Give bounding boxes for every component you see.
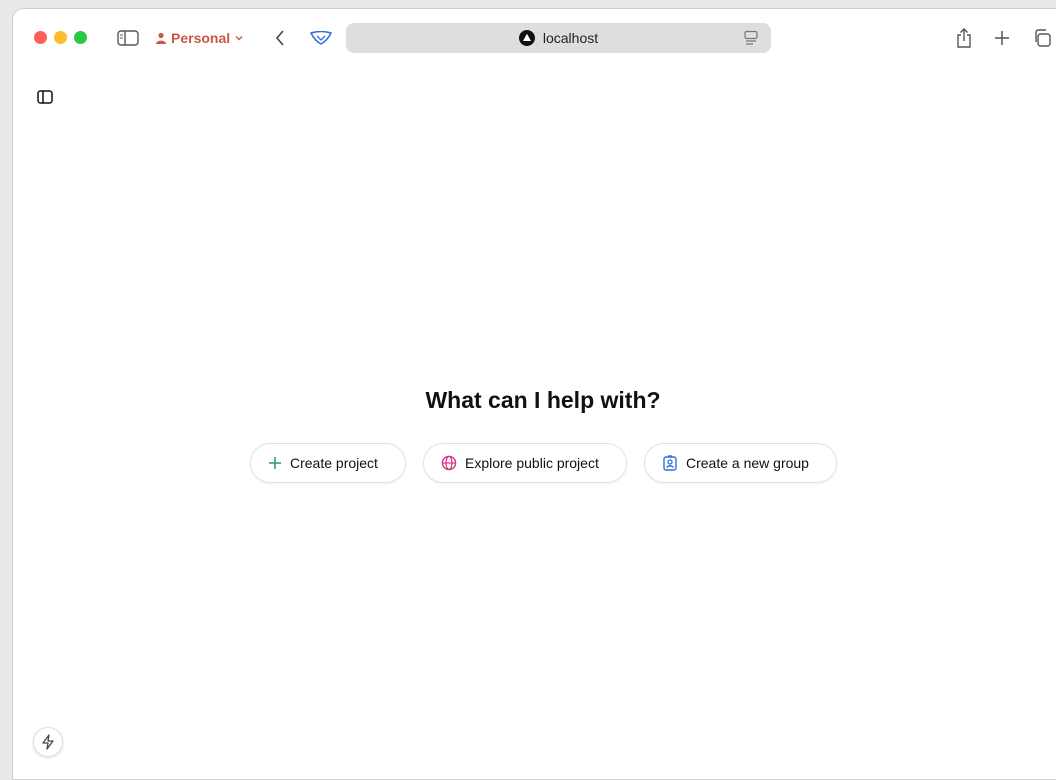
address-bar[interactable]: localhost <box>346 23 771 53</box>
tab-overview-icon[interactable] <box>1031 27 1053 49</box>
panel-toggle-icon[interactable] <box>37 89 55 107</box>
privacy-shield-icon[interactable] <box>309 27 333 49</box>
browser-window: Personal localhost What can I help with? <box>12 8 1056 780</box>
explore-public-project-label: Explore public project <box>465 455 599 471</box>
explore-public-project-button[interactable]: Explore public project <box>423 443 627 483</box>
create-project-label: Create project <box>290 455 378 471</box>
share-icon[interactable] <box>953 26 975 50</box>
minimize-window-button[interactable] <box>54 31 67 44</box>
zoom-window-button[interactable] <box>74 31 87 44</box>
create-project-button[interactable]: Create project <box>250 443 406 483</box>
person-icon <box>156 32 166 44</box>
site-favicon-icon <box>518 30 535 46</box>
contact-card-icon <box>663 455 677 471</box>
browser-toolbar: Personal localhost <box>13 9 1056 69</box>
globe-icon <box>441 455 457 471</box>
close-window-button[interactable] <box>34 31 47 44</box>
sidebar-toggle-icon[interactable] <box>117 27 139 49</box>
plus-icon <box>269 457 281 469</box>
reader-mode-icon[interactable] <box>743 30 759 46</box>
lightning-icon <box>42 734 54 750</box>
address-text: localhost <box>542 30 599 46</box>
page-title: What can I help with? <box>425 387 661 413</box>
page-content: What can I help with? Create project Exp… <box>13 69 1056 779</box>
chevron-left-icon <box>275 30 284 46</box>
new-tab-plus-icon[interactable] <box>991 27 1013 49</box>
profile-label: Personal <box>171 30 231 46</box>
create-new-group-label: Create a new group <box>686 455 809 471</box>
back-button[interactable] <box>269 27 291 49</box>
create-new-group-button[interactable]: Create a new group <box>644 443 837 483</box>
profile-switcher[interactable]: Personal <box>155 28 244 48</box>
chevron-down-icon <box>235 36 243 41</box>
lightning-bolt-button[interactable] <box>33 727 63 757</box>
